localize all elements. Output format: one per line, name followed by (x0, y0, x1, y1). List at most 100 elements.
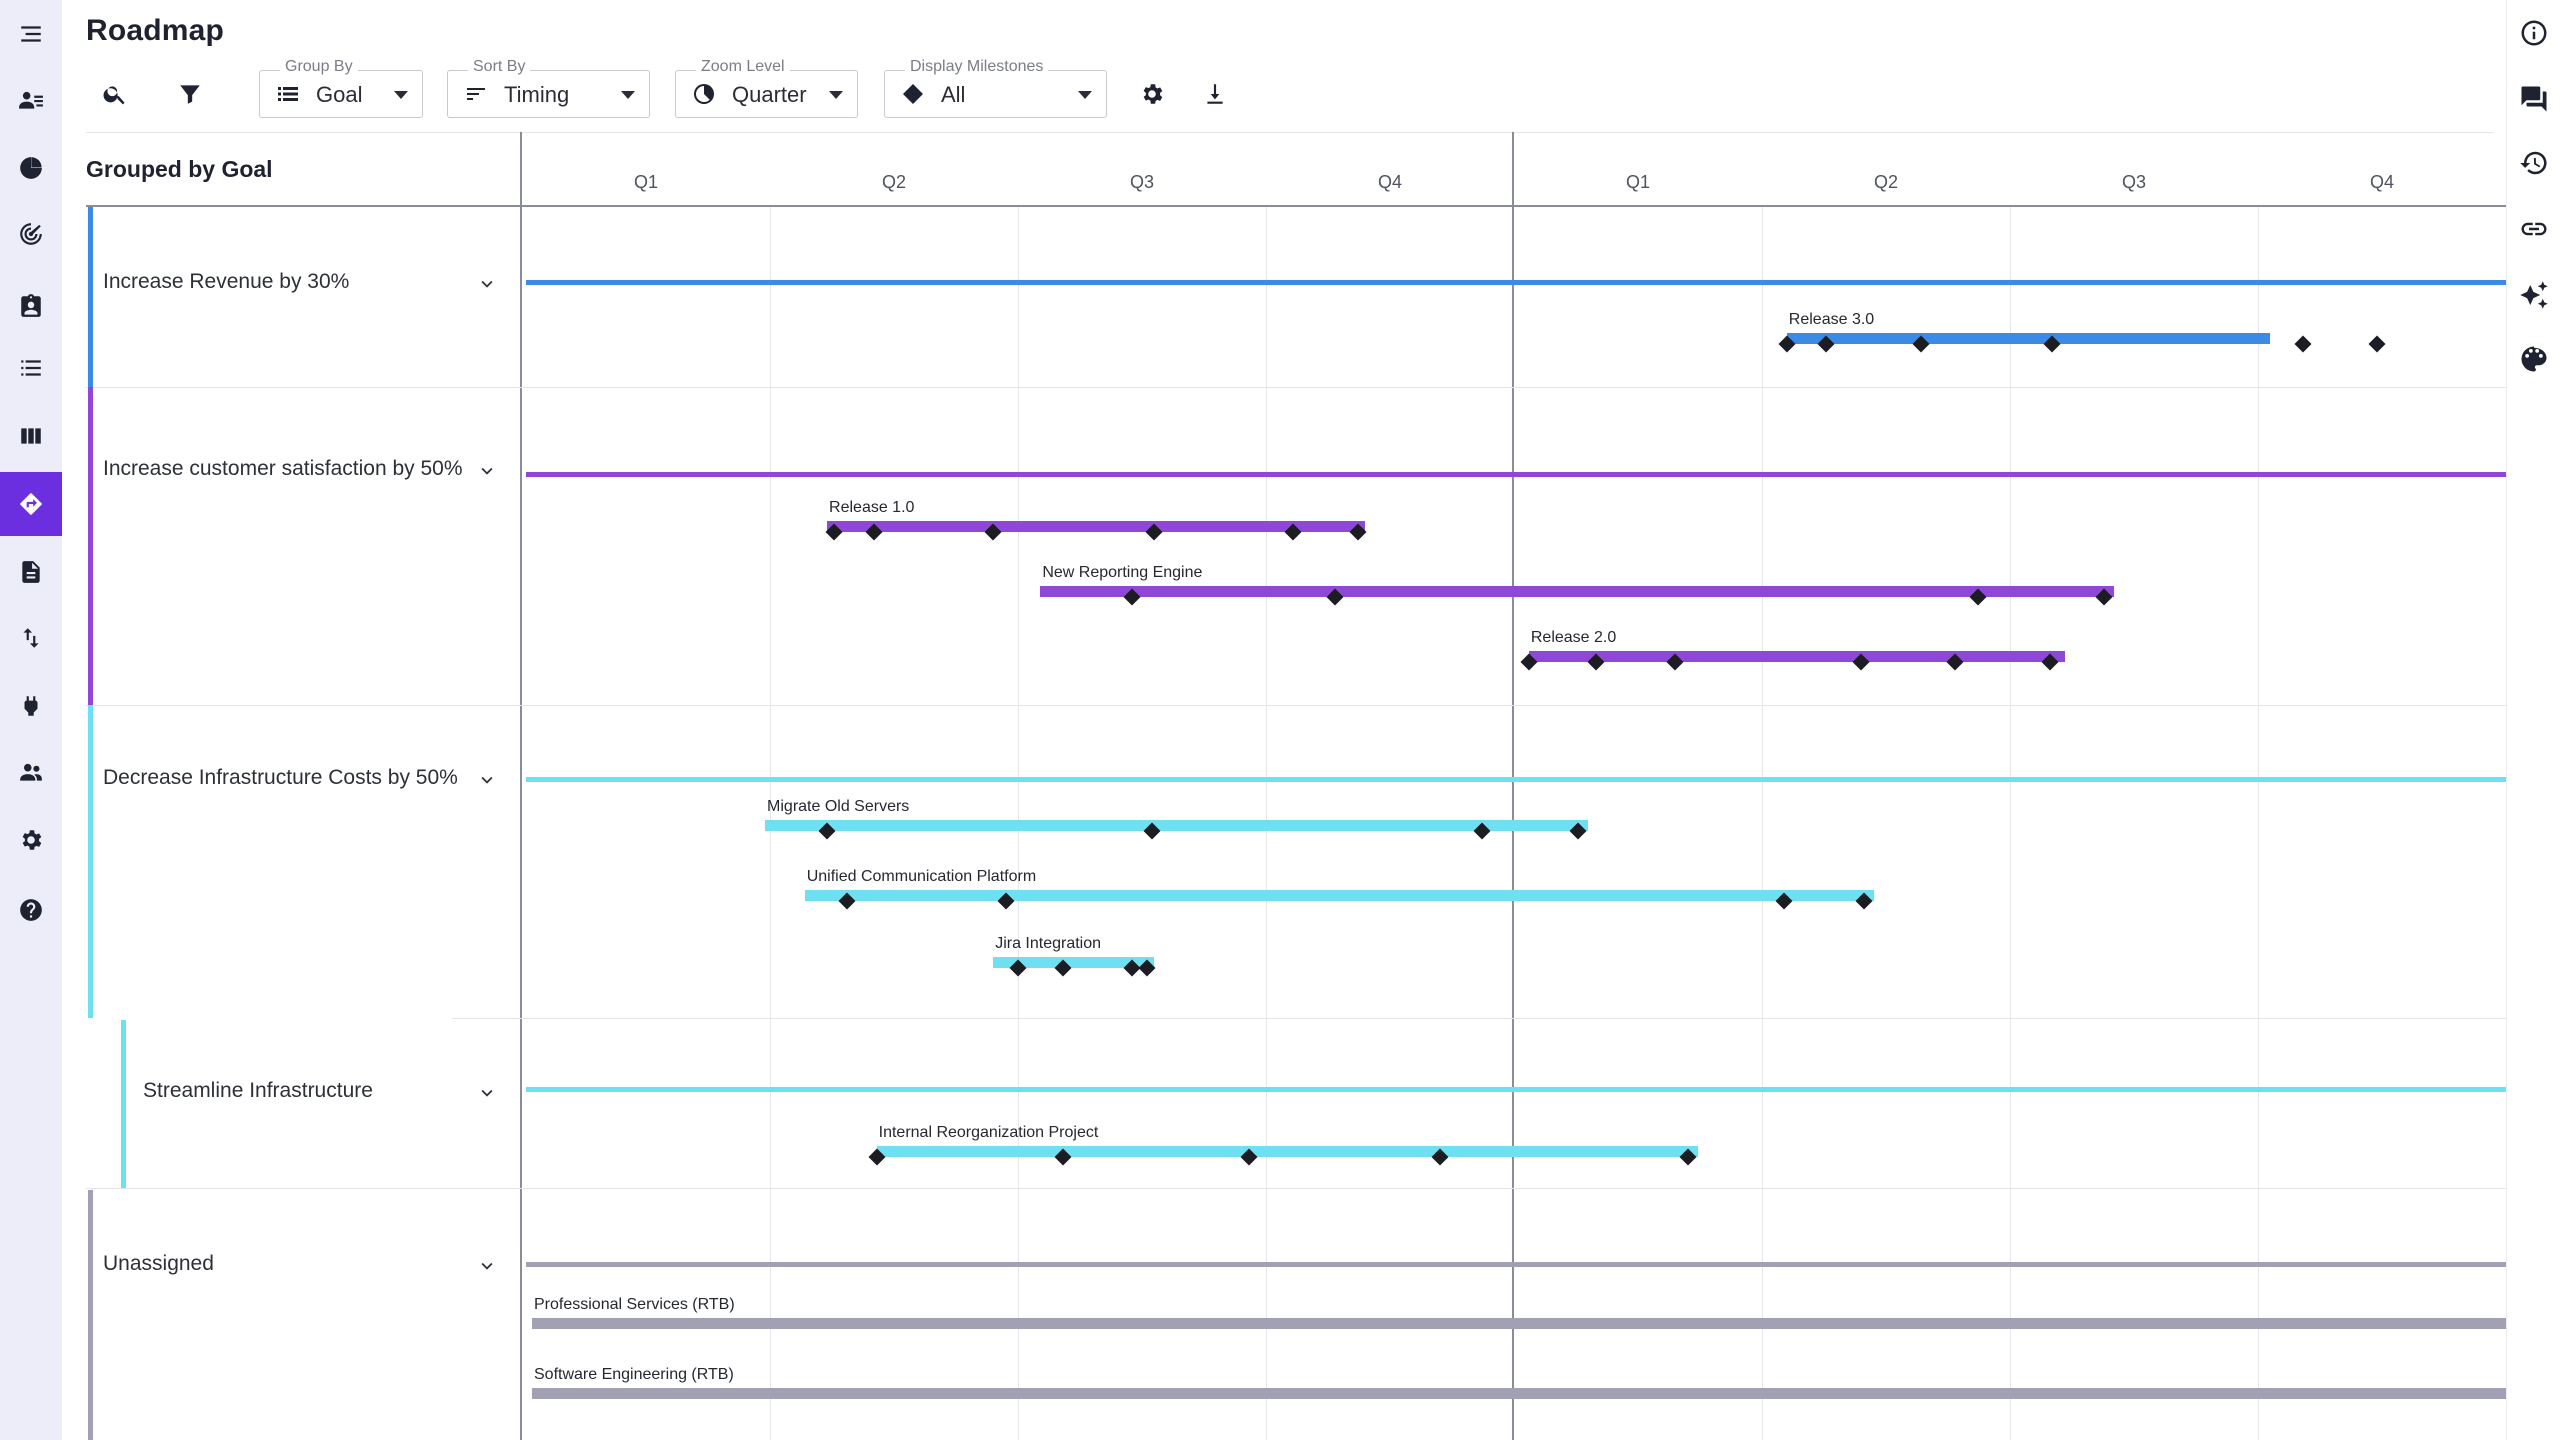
group-color-bar (121, 1020, 126, 1188)
zoom-level-select[interactable]: Zoom Level Quarter (675, 58, 858, 118)
display-milestones-label: Display Milestones (905, 58, 1049, 76)
quarter-grid-line (2010, 207, 2011, 1440)
sort-by-value: Timing (504, 82, 570, 107)
initiative-label[interactable]: Release 3.0 (1789, 311, 1874, 329)
list-icon[interactable] (0, 336, 62, 400)
zoom-circle-icon (692, 82, 716, 106)
initiative-label[interactable]: Professional Services (RTB) (534, 1296, 735, 1314)
zoom-level-label: Zoom Level (696, 58, 790, 76)
group-label[interactable]: Streamline Infrastructure (143, 1079, 373, 1103)
initiative-label[interactable]: Release 1.0 (829, 499, 914, 517)
group-label[interactable]: Increase Revenue by 30% (103, 270, 349, 294)
quarter-grid-line (2258, 207, 2259, 1440)
sort-by-select[interactable]: Sort By Timing (447, 58, 650, 118)
row-separator (452, 1018, 2506, 1019)
history-icon[interactable] (2507, 136, 2560, 190)
initiative-bar[interactable] (532, 1318, 2506, 1329)
timeline-header-divider (86, 205, 2506, 207)
initiative-bar[interactable] (876, 1146, 1698, 1157)
menu-collapse-icon[interactable] (0, 2, 62, 66)
strategy-icon[interactable] (0, 136, 62, 200)
initiative-label[interactable]: Release 2.0 (1531, 629, 1616, 647)
group-color-bar (88, 387, 93, 705)
right-rail (2506, 0, 2560, 1440)
chevron-down-icon[interactable] (476, 1082, 498, 1104)
quarter-label: Q2 (881, 172, 907, 192)
info-icon[interactable] (2507, 6, 2560, 60)
group-by-label: Group By (280, 58, 358, 76)
chevron-down-icon (621, 91, 635, 99)
sort-by-label: Sort By (468, 58, 531, 76)
sort-icon (464, 82, 488, 106)
group-by-select[interactable]: Group By Goal (259, 58, 423, 118)
chevron-down-icon[interactable] (476, 273, 498, 295)
help-icon[interactable] (0, 878, 62, 942)
chevron-down-icon[interactable] (476, 769, 498, 791)
grouped-by-title: Grouped by Goal (86, 156, 273, 182)
ai-sparkle-icon[interactable] (2507, 268, 2560, 322)
chevron-down-icon[interactable] (476, 460, 498, 482)
goal-timeline-line (526, 472, 2506, 477)
people-icon[interactable] (0, 740, 62, 804)
download-icon[interactable] (1195, 74, 1235, 114)
comments-icon[interactable] (2507, 72, 2560, 126)
filter-icon[interactable] (170, 74, 210, 114)
gear-icon[interactable] (0, 808, 62, 872)
sync-arrows-icon[interactable] (0, 606, 62, 670)
initiative-bar[interactable] (1040, 586, 2115, 597)
display-milestones-select[interactable]: Display Milestones All (884, 58, 1107, 118)
goal-target-icon[interactable] (0, 202, 62, 266)
quarter-label: Q3 (1129, 172, 1155, 192)
row-separator (86, 705, 2506, 706)
initiative-bar[interactable] (765, 820, 1589, 831)
chevron-down-icon (394, 91, 408, 99)
display-milestones-value: All (941, 82, 966, 107)
initiative-bar[interactable] (532, 1388, 2506, 1399)
left-navigation (0, 0, 62, 1440)
quarter-grid-line (1762, 207, 1763, 1440)
palette-icon[interactable] (2507, 332, 2560, 386)
board-columns-icon[interactable] (0, 404, 62, 468)
link-icon[interactable] (2507, 202, 2560, 256)
year-boundary-line (1512, 132, 1514, 1440)
persona-icon[interactable] (0, 68, 62, 132)
goal-timeline-line (526, 777, 2506, 782)
document-icon[interactable] (0, 540, 62, 604)
quarter-label: Q1 (633, 172, 659, 192)
group-label[interactable]: Decrease Infrastructure Costs by 50% (103, 766, 458, 790)
initiative-label[interactable]: Software Engineering (RTB) (534, 1366, 734, 1384)
diamond-icon (901, 82, 925, 106)
goal-timeline-line (526, 1262, 2506, 1267)
group-by-value: Goal (316, 82, 363, 107)
group-label[interactable]: Unassigned (103, 1252, 214, 1276)
milestone-diamond[interactable] (2294, 335, 2312, 353)
group-color-bar (88, 1190, 93, 1440)
chevron-down-icon[interactable] (476, 1255, 498, 1277)
plug-icon[interactable] (0, 674, 62, 738)
group-color-bar (88, 705, 93, 1018)
initiative-label[interactable]: New Reporting Engine (1042, 564, 1202, 582)
group-column-divider (520, 132, 522, 1440)
roadmap-icon[interactable] (0, 472, 62, 536)
initiative-label[interactable]: Migrate Old Servers (767, 798, 909, 816)
quarter-label: Q3 (2121, 172, 2147, 192)
initiative-label[interactable]: Unified Communication Platform (807, 868, 1036, 886)
initiative-label[interactable]: Jira Integration (995, 935, 1101, 953)
quarter-label: Q2 (1873, 172, 1899, 192)
chevron-down-icon (829, 91, 843, 99)
page-title: Roadmap (86, 14, 225, 47)
quarter-label: Q4 (1377, 172, 1403, 192)
header-divider (86, 132, 2494, 133)
group-list-icon (276, 82, 300, 106)
clipboard-icon[interactable] (0, 274, 62, 338)
initiative-label[interactable]: Internal Reorganization Project (879, 1124, 1099, 1142)
initiative-bar[interactable] (804, 890, 1874, 901)
row-separator (86, 387, 2506, 388)
gear-icon[interactable] (1132, 74, 1172, 114)
group-label[interactable]: Increase customer satisfaction by 50% (103, 457, 463, 481)
milestone-diamond[interactable] (2368, 335, 2386, 353)
search-icon[interactable] (95, 74, 135, 114)
initiative-bar[interactable] (1786, 333, 2271, 344)
initiative-bar[interactable] (1528, 651, 2065, 662)
quarter-label: Q4 (2369, 172, 2395, 192)
